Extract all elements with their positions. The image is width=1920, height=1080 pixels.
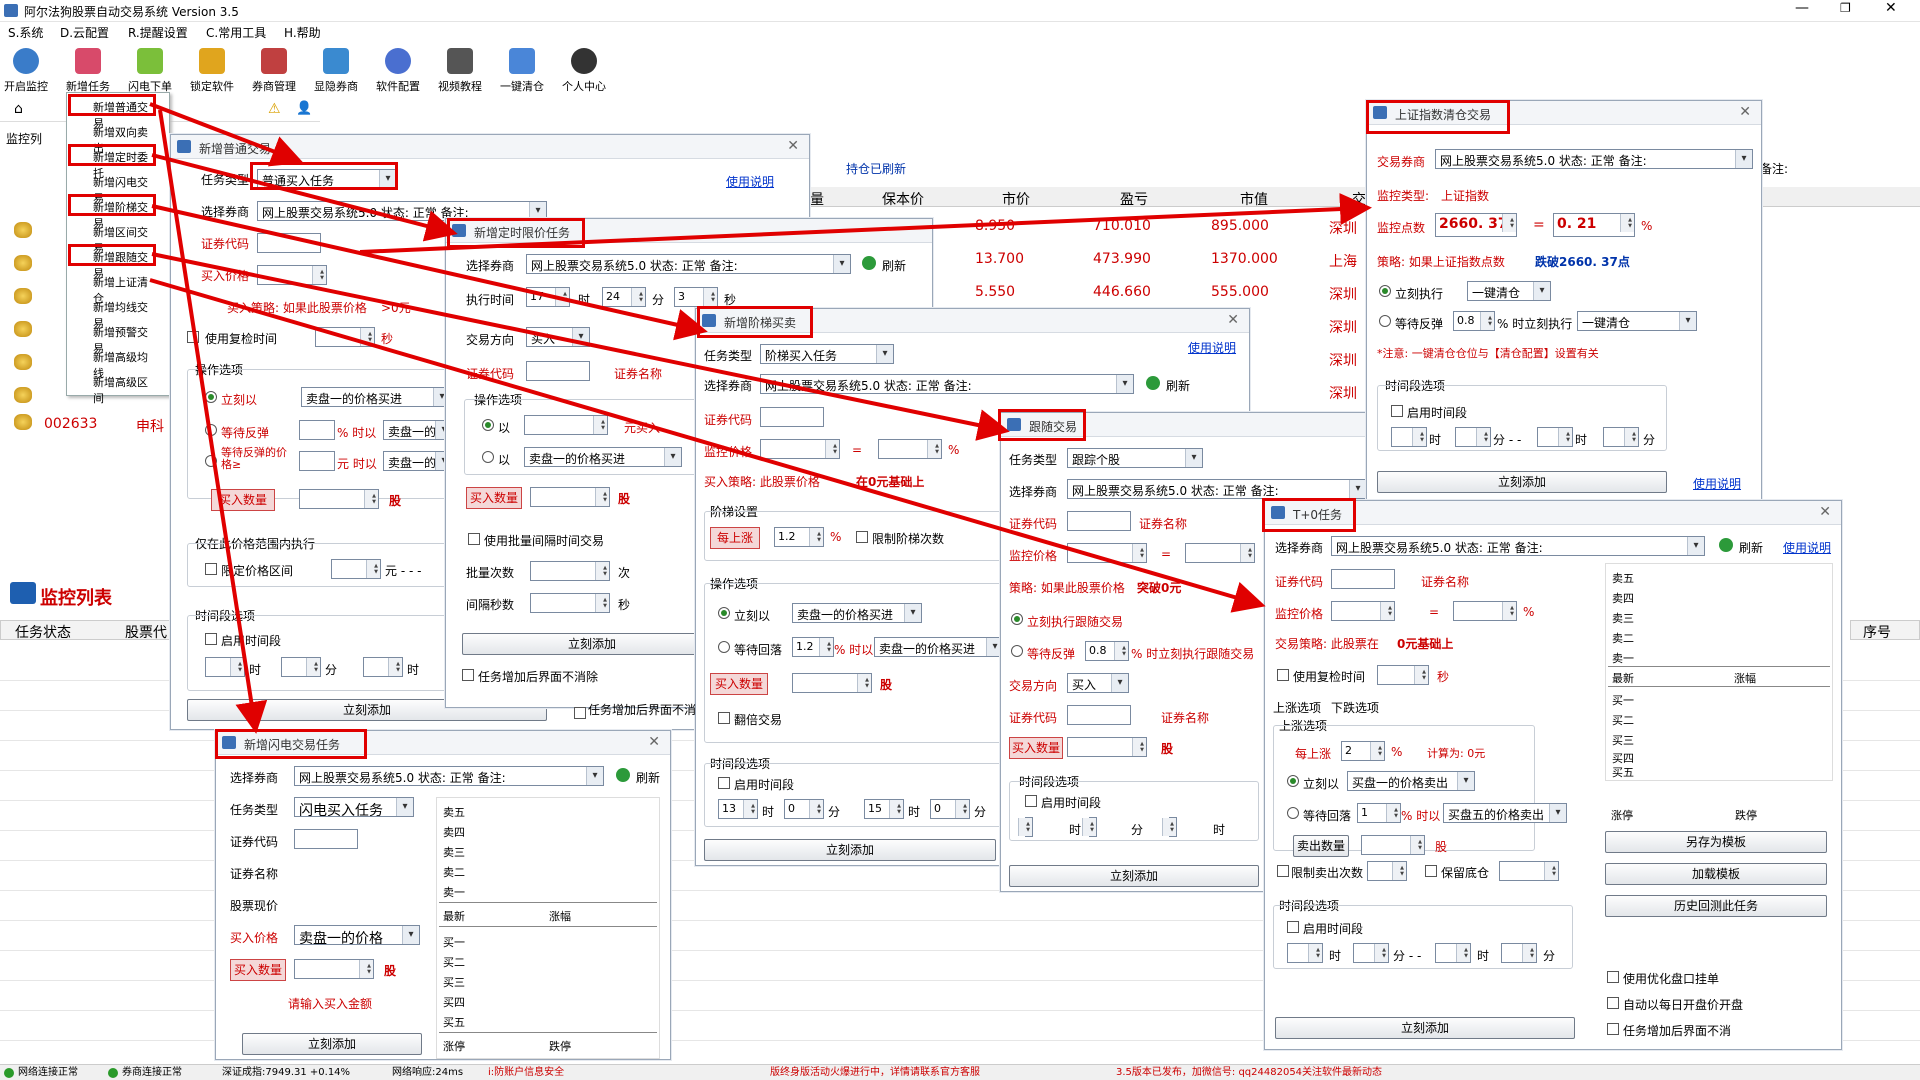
index-status: 深证成指:7949.31 +0.14% [222,1067,351,1078]
broker-status-icon [108,1068,118,1078]
arrow [149,278,1266,613]
annotation-arrows [149,102,1372,734]
security-status: i:防账户信息安全 [488,1067,565,1078]
arrow [158,109,268,734]
broker-status: 券商连接正常 [122,1067,182,1078]
promo-text: 版终身版活动火爆进行中，详情请联系官方客服 [770,1067,980,1078]
arrow [359,193,1372,254]
version-text: 3.5版本已发布，加微信号: qq24482054关注软件最新动态 [1116,1067,1383,1078]
network-status-icon [4,1068,14,1078]
arrow [149,102,304,167]
latency-status: 网络响应:24ms [392,1067,464,1078]
status-bar: 网络连接正常 券商连接正常 深证成指:7949.31 +0.14% 网络响应:2… [0,1064,1920,1080]
arrow [151,153,458,242]
network-status: 网络连接正常 [18,1067,78,1078]
